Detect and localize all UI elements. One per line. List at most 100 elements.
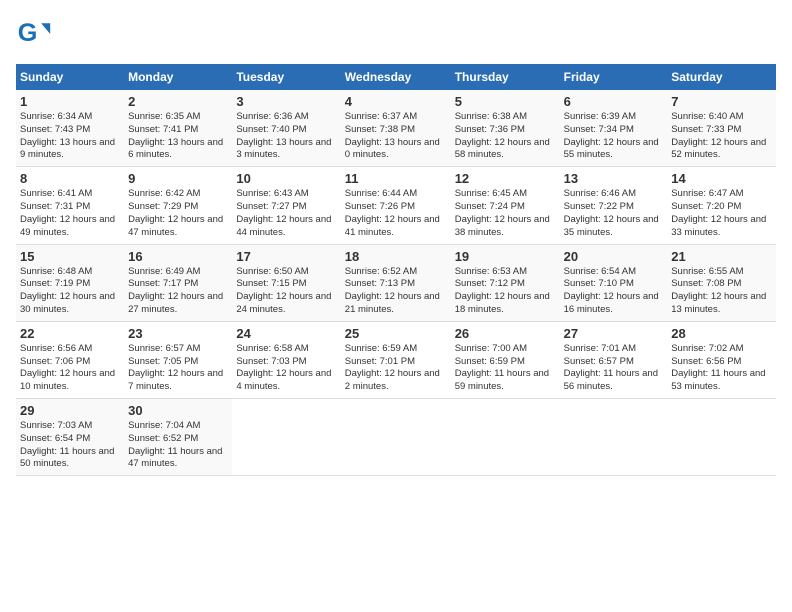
day-info: Sunrise: 6:38 AMSunset: 7:36 PMDaylight:… [455,111,556,162]
day-info: Sunrise: 6:56 AMSunset: 7:06 PMDaylight:… [20,343,120,394]
day-number: 27 [564,326,664,341]
calendar-cell: 1 Sunrise: 6:34 AMSunset: 7:43 PMDayligh… [16,90,124,167]
day-info: Sunrise: 7:04 AMSunset: 6:52 PMDaylight:… [128,420,228,471]
day-number: 8 [20,171,120,186]
day-number: 9 [128,171,228,186]
day-info: Sunrise: 6:34 AMSunset: 7:43 PMDaylight:… [20,111,120,162]
day-info: Sunrise: 7:03 AMSunset: 6:54 PMDaylight:… [20,420,120,471]
calendar-week-1: 1 Sunrise: 6:34 AMSunset: 7:43 PMDayligh… [16,90,776,167]
calendar-cell: 23 Sunrise: 6:57 AMSunset: 7:05 PMDaylig… [124,321,232,398]
day-number: 18 [345,249,447,264]
calendar-cell [232,399,340,476]
calendar-cell [560,399,668,476]
calendar-cell: 26 Sunrise: 7:00 AMSunset: 6:59 PMDaylig… [451,321,560,398]
calendar-cell: 8 Sunrise: 6:41 AMSunset: 7:31 PMDayligh… [16,167,124,244]
day-info: Sunrise: 6:39 AMSunset: 7:34 PMDaylight:… [564,111,664,162]
col-wednesday: Wednesday [341,64,451,90]
calendar-cell: 30 Sunrise: 7:04 AMSunset: 6:52 PMDaylig… [124,399,232,476]
day-number: 10 [236,171,336,186]
calendar-cell: 27 Sunrise: 7:01 AMSunset: 6:57 PMDaylig… [560,321,668,398]
calendar-cell: 16 Sunrise: 6:49 AMSunset: 7:17 PMDaylig… [124,244,232,321]
day-info: Sunrise: 6:57 AMSunset: 7:05 PMDaylight:… [128,343,228,394]
calendar-cell: 15 Sunrise: 6:48 AMSunset: 7:19 PMDaylig… [16,244,124,321]
day-info: Sunrise: 6:36 AMSunset: 7:40 PMDaylight:… [236,111,336,162]
day-info: Sunrise: 6:43 AMSunset: 7:27 PMDaylight:… [236,188,336,239]
day-info: Sunrise: 6:47 AMSunset: 7:20 PMDaylight:… [671,188,772,239]
day-info: Sunrise: 6:48 AMSunset: 7:19 PMDaylight:… [20,266,120,317]
day-number: 3 [236,94,336,109]
col-saturday: Saturday [667,64,776,90]
col-sunday: Sunday [16,64,124,90]
day-number: 6 [564,94,664,109]
day-info: Sunrise: 6:55 AMSunset: 7:08 PMDaylight:… [671,266,772,317]
day-number: 5 [455,94,556,109]
day-info: Sunrise: 6:35 AMSunset: 7:41 PMDaylight:… [128,111,228,162]
day-info: Sunrise: 6:41 AMSunset: 7:31 PMDaylight:… [20,188,120,239]
day-number: 25 [345,326,447,341]
day-info: Sunrise: 6:45 AMSunset: 7:24 PMDaylight:… [455,188,556,239]
day-number: 13 [564,171,664,186]
calendar-cell: 10 Sunrise: 6:43 AMSunset: 7:27 PMDaylig… [232,167,340,244]
calendar-cell: 9 Sunrise: 6:42 AMSunset: 7:29 PMDayligh… [124,167,232,244]
calendar-cell: 22 Sunrise: 6:56 AMSunset: 7:06 PMDaylig… [16,321,124,398]
calendar-week-5: 29 Sunrise: 7:03 AMSunset: 6:54 PMDaylig… [16,399,776,476]
calendar-week-2: 8 Sunrise: 6:41 AMSunset: 7:31 PMDayligh… [16,167,776,244]
col-thursday: Thursday [451,64,560,90]
day-number: 22 [20,326,120,341]
calendar-cell: 5 Sunrise: 6:38 AMSunset: 7:36 PMDayligh… [451,90,560,167]
day-number: 26 [455,326,556,341]
svg-text:G: G [18,19,38,47]
day-number: 11 [345,171,447,186]
day-number: 21 [671,249,772,264]
header-row: Sunday Monday Tuesday Wednesday Thursday… [16,64,776,90]
day-number: 1 [20,94,120,109]
calendar-cell: 24 Sunrise: 6:58 AMSunset: 7:03 PMDaylig… [232,321,340,398]
calendar-cell: 11 Sunrise: 6:44 AMSunset: 7:26 PMDaylig… [341,167,451,244]
day-info: Sunrise: 6:44 AMSunset: 7:26 PMDaylight:… [345,188,447,239]
day-info: Sunrise: 7:02 AMSunset: 6:56 PMDaylight:… [671,343,772,394]
col-tuesday: Tuesday [232,64,340,90]
day-number: 14 [671,171,772,186]
calendar-cell: 18 Sunrise: 6:52 AMSunset: 7:13 PMDaylig… [341,244,451,321]
day-number: 16 [128,249,228,264]
day-info: Sunrise: 6:46 AMSunset: 7:22 PMDaylight:… [564,188,664,239]
calendar-cell: 13 Sunrise: 6:46 AMSunset: 7:22 PMDaylig… [560,167,668,244]
day-number: 12 [455,171,556,186]
calendar-cell: 29 Sunrise: 7:03 AMSunset: 6:54 PMDaylig… [16,399,124,476]
day-number: 2 [128,94,228,109]
calendar-cell: 25 Sunrise: 6:59 AMSunset: 7:01 PMDaylig… [341,321,451,398]
calendar-cell: 12 Sunrise: 6:45 AMSunset: 7:24 PMDaylig… [451,167,560,244]
day-number: 20 [564,249,664,264]
calendar-table: Sunday Monday Tuesday Wednesday Thursday… [16,64,776,476]
day-number: 28 [671,326,772,341]
calendar-cell [341,399,451,476]
day-info: Sunrise: 7:00 AMSunset: 6:59 PMDaylight:… [455,343,556,394]
day-number: 30 [128,403,228,418]
logo: G [16,16,56,52]
calendar-body: 1 Sunrise: 6:34 AMSunset: 7:43 PMDayligh… [16,90,776,476]
col-friday: Friday [560,64,668,90]
day-number: 15 [20,249,120,264]
day-number: 17 [236,249,336,264]
calendar-cell: 14 Sunrise: 6:47 AMSunset: 7:20 PMDaylig… [667,167,776,244]
day-number: 24 [236,326,336,341]
day-info: Sunrise: 6:59 AMSunset: 7:01 PMDaylight:… [345,343,447,394]
day-info: Sunrise: 6:52 AMSunset: 7:13 PMDaylight:… [345,266,447,317]
day-info: Sunrise: 7:01 AMSunset: 6:57 PMDaylight:… [564,343,664,394]
day-info: Sunrise: 6:37 AMSunset: 7:38 PMDaylight:… [345,111,447,162]
day-number: 19 [455,249,556,264]
day-number: 29 [20,403,120,418]
logo-icon: G [16,16,52,52]
calendar-cell: 17 Sunrise: 6:50 AMSunset: 7:15 PMDaylig… [232,244,340,321]
day-info: Sunrise: 6:58 AMSunset: 7:03 PMDaylight:… [236,343,336,394]
day-info: Sunrise: 6:42 AMSunset: 7:29 PMDaylight:… [128,188,228,239]
calendar-cell: 7 Sunrise: 6:40 AMSunset: 7:33 PMDayligh… [667,90,776,167]
day-info: Sunrise: 6:40 AMSunset: 7:33 PMDaylight:… [671,111,772,162]
calendar-cell [667,399,776,476]
day-number: 4 [345,94,447,109]
day-info: Sunrise: 6:54 AMSunset: 7:10 PMDaylight:… [564,266,664,317]
calendar-cell: 21 Sunrise: 6:55 AMSunset: 7:08 PMDaylig… [667,244,776,321]
calendar-cell: 6 Sunrise: 6:39 AMSunset: 7:34 PMDayligh… [560,90,668,167]
day-number: 23 [128,326,228,341]
calendar-cell [451,399,560,476]
